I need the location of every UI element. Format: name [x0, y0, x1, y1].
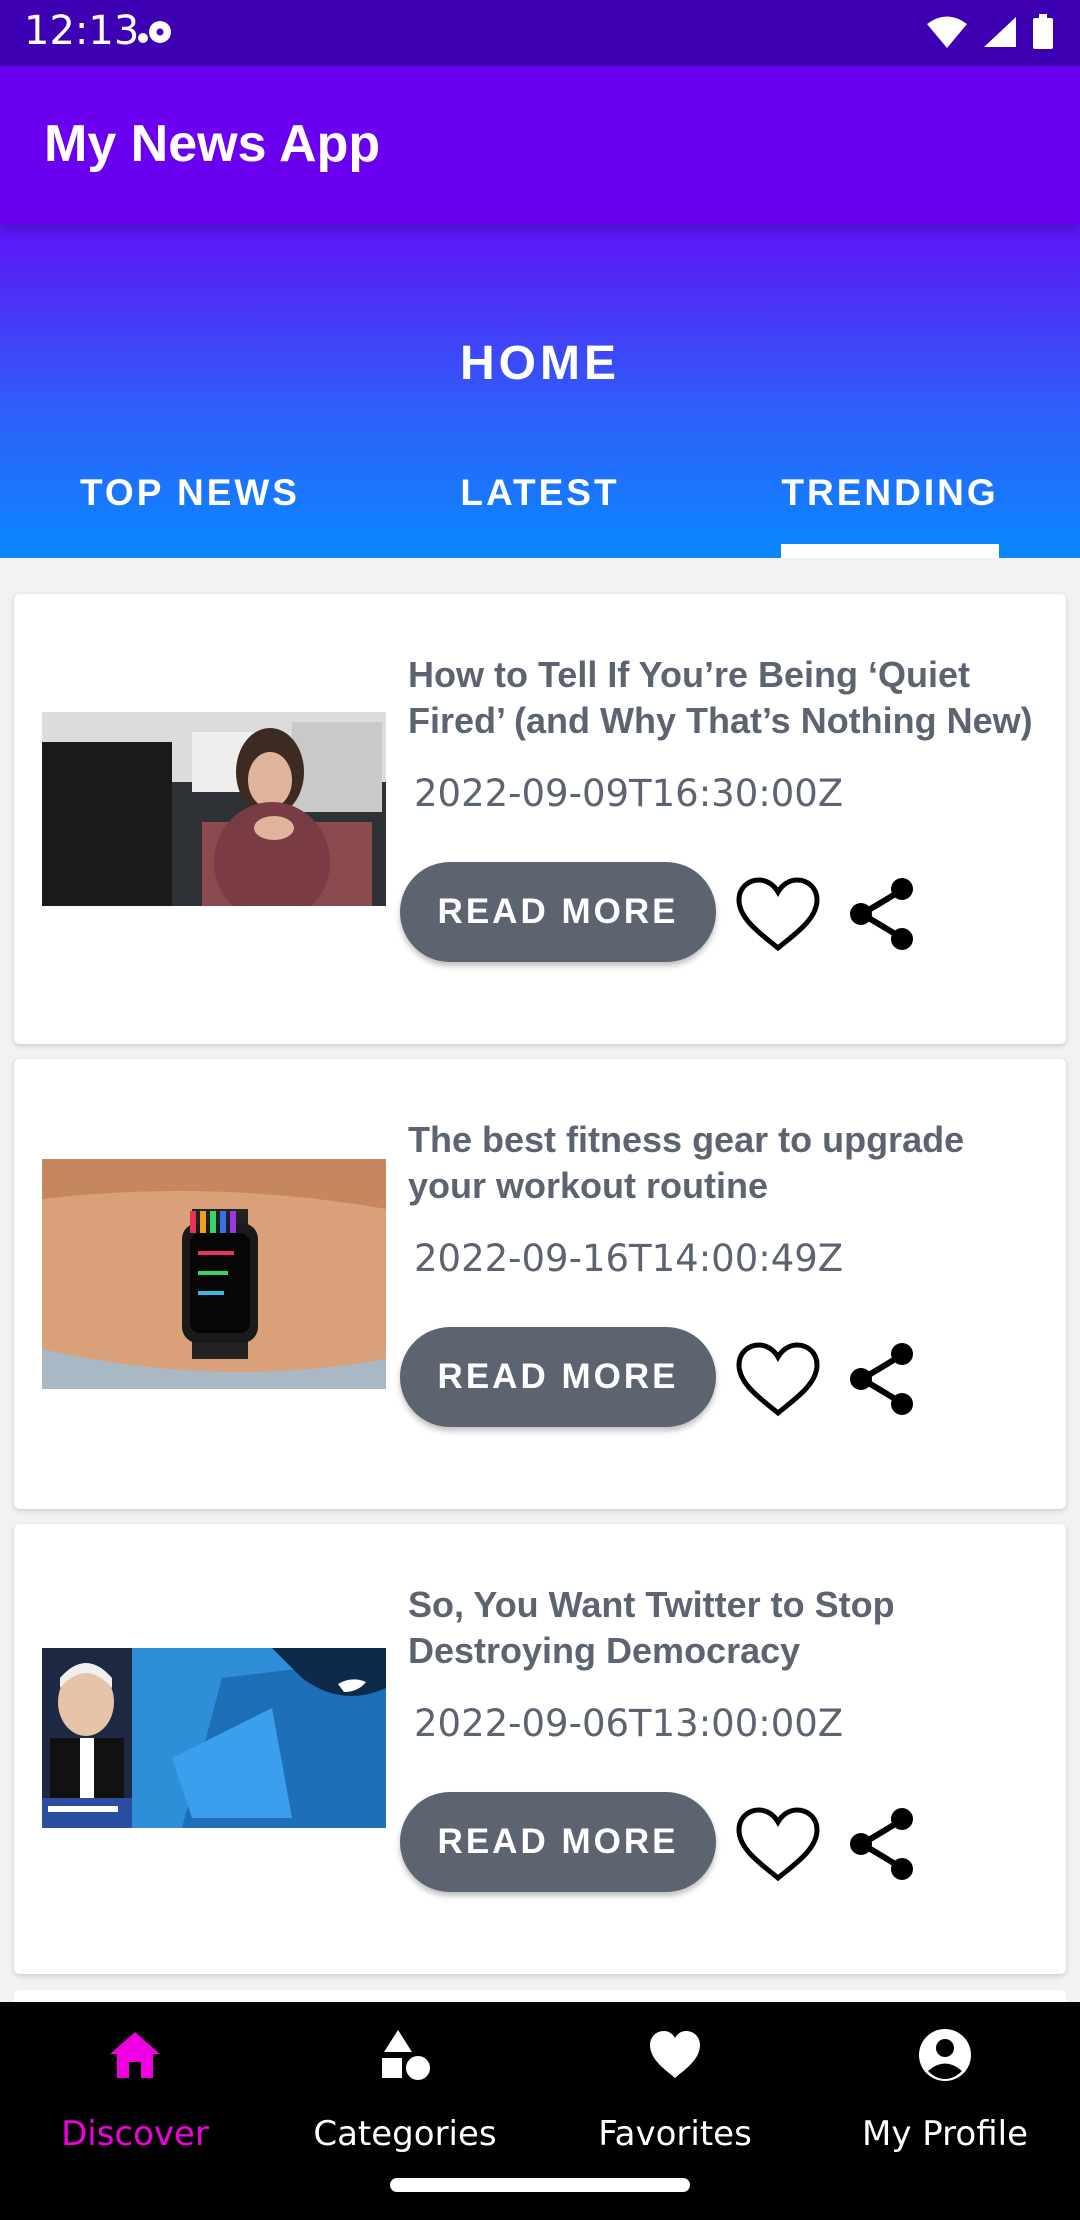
- article-title[interactable]: So, You Want Twitter to Stop Destroying …: [408, 1582, 1048, 1674]
- home-header: HOME TOP NEWS LATEST TRENDING: [0, 224, 1080, 558]
- read-more-button[interactable]: READ MORE: [400, 862, 716, 962]
- nav-label: Favorites: [598, 2114, 752, 2154]
- nav-label: My Profile: [862, 2114, 1028, 2154]
- nav-favorites[interactable]: Favorites: [540, 2002, 810, 2156]
- article-image: [42, 712, 386, 906]
- page-title: HOME: [460, 337, 620, 390]
- favorite-outline-icon[interactable]: [734, 1341, 822, 1419]
- tab-top-news[interactable]: TOP NEWS: [10, 464, 370, 558]
- article-title[interactable]: How to Tell If You’re Being ‘Quiet Fired…: [408, 652, 1048, 744]
- wifi-icon: [927, 16, 967, 48]
- article-card[interactable]: So, You Want Twitter to Stop Destroying …: [14, 1524, 1066, 1974]
- article-image: [42, 1159, 386, 1389]
- signal-icon: [984, 17, 1016, 47]
- battery-icon: [1033, 14, 1053, 49]
- app-title: My News App: [44, 115, 381, 173]
- favorite-outline-icon[interactable]: [734, 1806, 822, 1884]
- article-card[interactable]: The best fitness gear to upgrade your wo…: [14, 1059, 1066, 1509]
- article-thumbnail: [42, 712, 386, 906]
- nav-label: Categories: [313, 2114, 497, 2154]
- favorite-outline-icon[interactable]: [734, 876, 822, 954]
- home-icon: [110, 2032, 160, 2078]
- article-thumbnail: [42, 1159, 386, 1389]
- selected-tab-indicator: [781, 544, 999, 558]
- article-card[interactable]: How to Tell If You’re Being ‘Quiet Fired…: [14, 594, 1066, 1044]
- tab-latest[interactable]: LATEST: [360, 464, 720, 558]
- heart-icon: [650, 2031, 700, 2078]
- article-date: 2022-09-06T13:00:00Z: [414, 1702, 844, 1745]
- share-icon[interactable]: [846, 1806, 918, 1882]
- app-bar: My News App: [0, 66, 1080, 224]
- gesture-navigation-bar: [0, 2156, 1080, 2220]
- article-title[interactable]: The best fitness gear to upgrade your wo…: [408, 1117, 1048, 1209]
- article-thumbnail: [42, 1648, 386, 1828]
- status-icons: [926, 14, 1054, 50]
- account-icon: [919, 2029, 971, 2081]
- article-image: [42, 1648, 386, 1828]
- nav-categories[interactable]: Categories: [270, 2002, 540, 2156]
- share-icon[interactable]: [846, 1341, 918, 1417]
- status-time: 12:13: [24, 8, 140, 54]
- nav-discover[interactable]: Discover: [0, 2002, 270, 2156]
- share-icon[interactable]: [846, 876, 918, 952]
- read-more-button[interactable]: READ MORE: [400, 1792, 716, 1892]
- article-date: 2022-09-16T14:00:49Z: [414, 1237, 844, 1280]
- categories-icon: [382, 2030, 430, 2080]
- article-date: 2022-09-09T16:30:00Z: [414, 772, 844, 815]
- nav-label: Discover: [61, 2114, 209, 2154]
- bottom-navigation: Discover Categories Favorites My Profile: [0, 2002, 1080, 2156]
- media-notification-icon: [138, 21, 171, 43]
- nav-my-profile[interactable]: My Profile: [810, 2002, 1080, 2156]
- home-gesture-handle[interactable]: [390, 2178, 690, 2192]
- read-more-button[interactable]: READ MORE: [400, 1327, 716, 1427]
- status-bar: 12:13: [0, 0, 1080, 66]
